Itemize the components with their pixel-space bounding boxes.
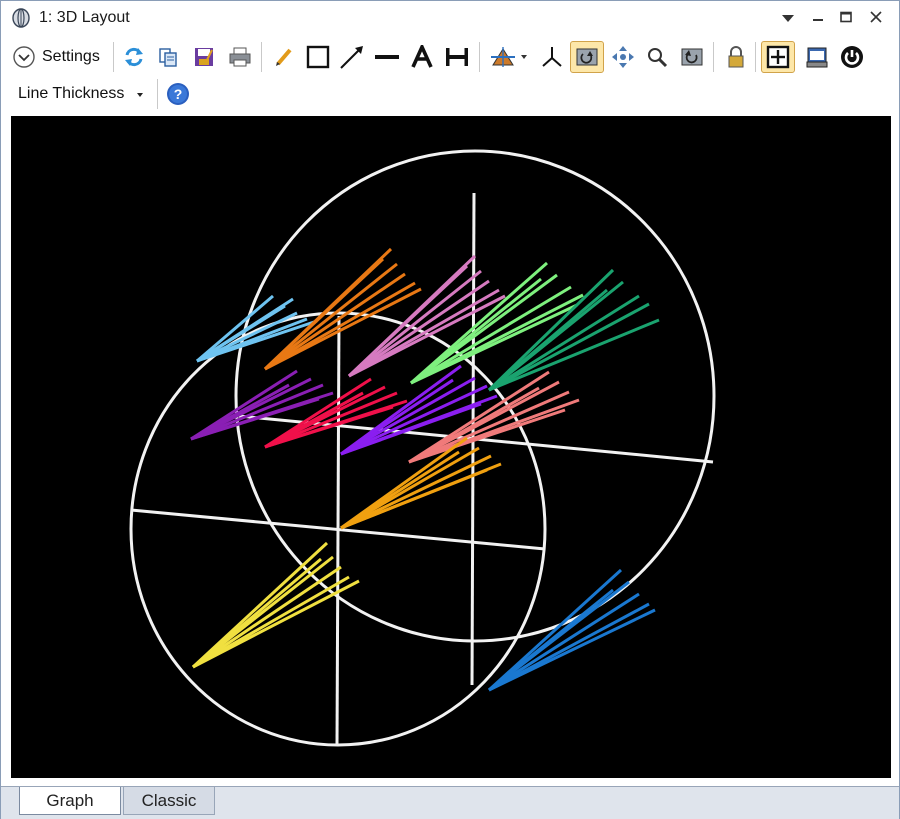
refresh-icon[interactable] <box>119 42 149 72</box>
help-icon[interactable]: ? <box>163 79 193 109</box>
print-icon[interactable] <box>225 42 255 72</box>
title-bar: 1: 3D Layout <box>1 1 899 35</box>
toolbar-separator <box>113 42 114 72</box>
toolbar-separator <box>479 42 480 72</box>
minimize-button[interactable] <box>807 7 829 29</box>
ray-line <box>192 565 342 669</box>
line-icon[interactable] <box>372 42 402 72</box>
reset-view-icon[interactable] <box>677 42 707 72</box>
ray-line <box>488 302 650 392</box>
rectangle-icon[interactable] <box>303 42 333 72</box>
ray-fan <box>487 568 656 692</box>
layout-canvas[interactable] <box>11 116 891 778</box>
maximize-button[interactable] <box>835 7 857 29</box>
window-menu-caret-icon[interactable] <box>777 7 799 29</box>
layout-window: 1: 3D Layout Settings ? Line Thickness G… <box>0 0 900 819</box>
tab-graph[interactable]: Graph <box>19 787 121 815</box>
lock-icon[interactable] <box>721 42 751 72</box>
ray-fans <box>190 247 660 692</box>
ray-line <box>488 592 640 692</box>
svg-text:?: ? <box>174 86 183 102</box>
tab-classic[interactable]: Classic <box>123 787 215 815</box>
window-title: 1: 3D Layout <box>39 9 130 26</box>
line-thickness-dropdown[interactable]: Line Thickness <box>18 85 124 103</box>
ray-line <box>340 454 492 530</box>
toolbar-separator <box>157 79 158 109</box>
fit-window-icon[interactable] <box>761 41 795 73</box>
ray-fan <box>191 541 360 669</box>
rotate-view-icon[interactable] <box>487 42 531 72</box>
arrow-icon[interactable] <box>337 42 367 72</box>
rotate-tool-icon[interactable] <box>570 41 604 73</box>
zoom-icon[interactable] <box>642 42 672 72</box>
save-icon[interactable] <box>189 42 219 72</box>
tab-classic-label: Classic <box>141 790 197 810</box>
pan-icon[interactable] <box>608 42 638 72</box>
power-icon[interactable] <box>837 42 867 72</box>
pencil-icon[interactable] <box>269 42 299 72</box>
main-toolbar <box>1 39 899 75</box>
ray-fan <box>340 436 502 530</box>
tab-graph-label: Graph <box>46 790 94 810</box>
toolbar-separator <box>261 42 262 72</box>
aperture-rings <box>129 149 716 747</box>
ray-line <box>340 468 488 530</box>
layout-plot <box>129 149 716 747</box>
close-button[interactable] <box>865 7 887 29</box>
dimension-icon[interactable] <box>442 42 472 72</box>
ray-line <box>192 557 322 669</box>
settings-label[interactable]: Settings <box>42 48 100 66</box>
axes-icon[interactable] <box>537 42 567 72</box>
window-icon[interactable] <box>802 42 832 72</box>
line-thickness-caret-icon[interactable] <box>137 93 143 97</box>
settings-chevron-icon[interactable] <box>9 42 39 72</box>
app-lens-icon <box>12 8 30 28</box>
toolbar-separator <box>755 42 756 72</box>
secondary-toolbar: ? <box>1 77 899 111</box>
text-icon[interactable] <box>407 42 437 72</box>
ray-line <box>340 450 460 530</box>
view-tabs: Graph Classic <box>1 786 899 819</box>
ray-line <box>487 268 615 392</box>
toolbar-separator <box>713 42 714 72</box>
ray-line <box>192 579 360 669</box>
copy-icon[interactable] <box>153 42 183 72</box>
